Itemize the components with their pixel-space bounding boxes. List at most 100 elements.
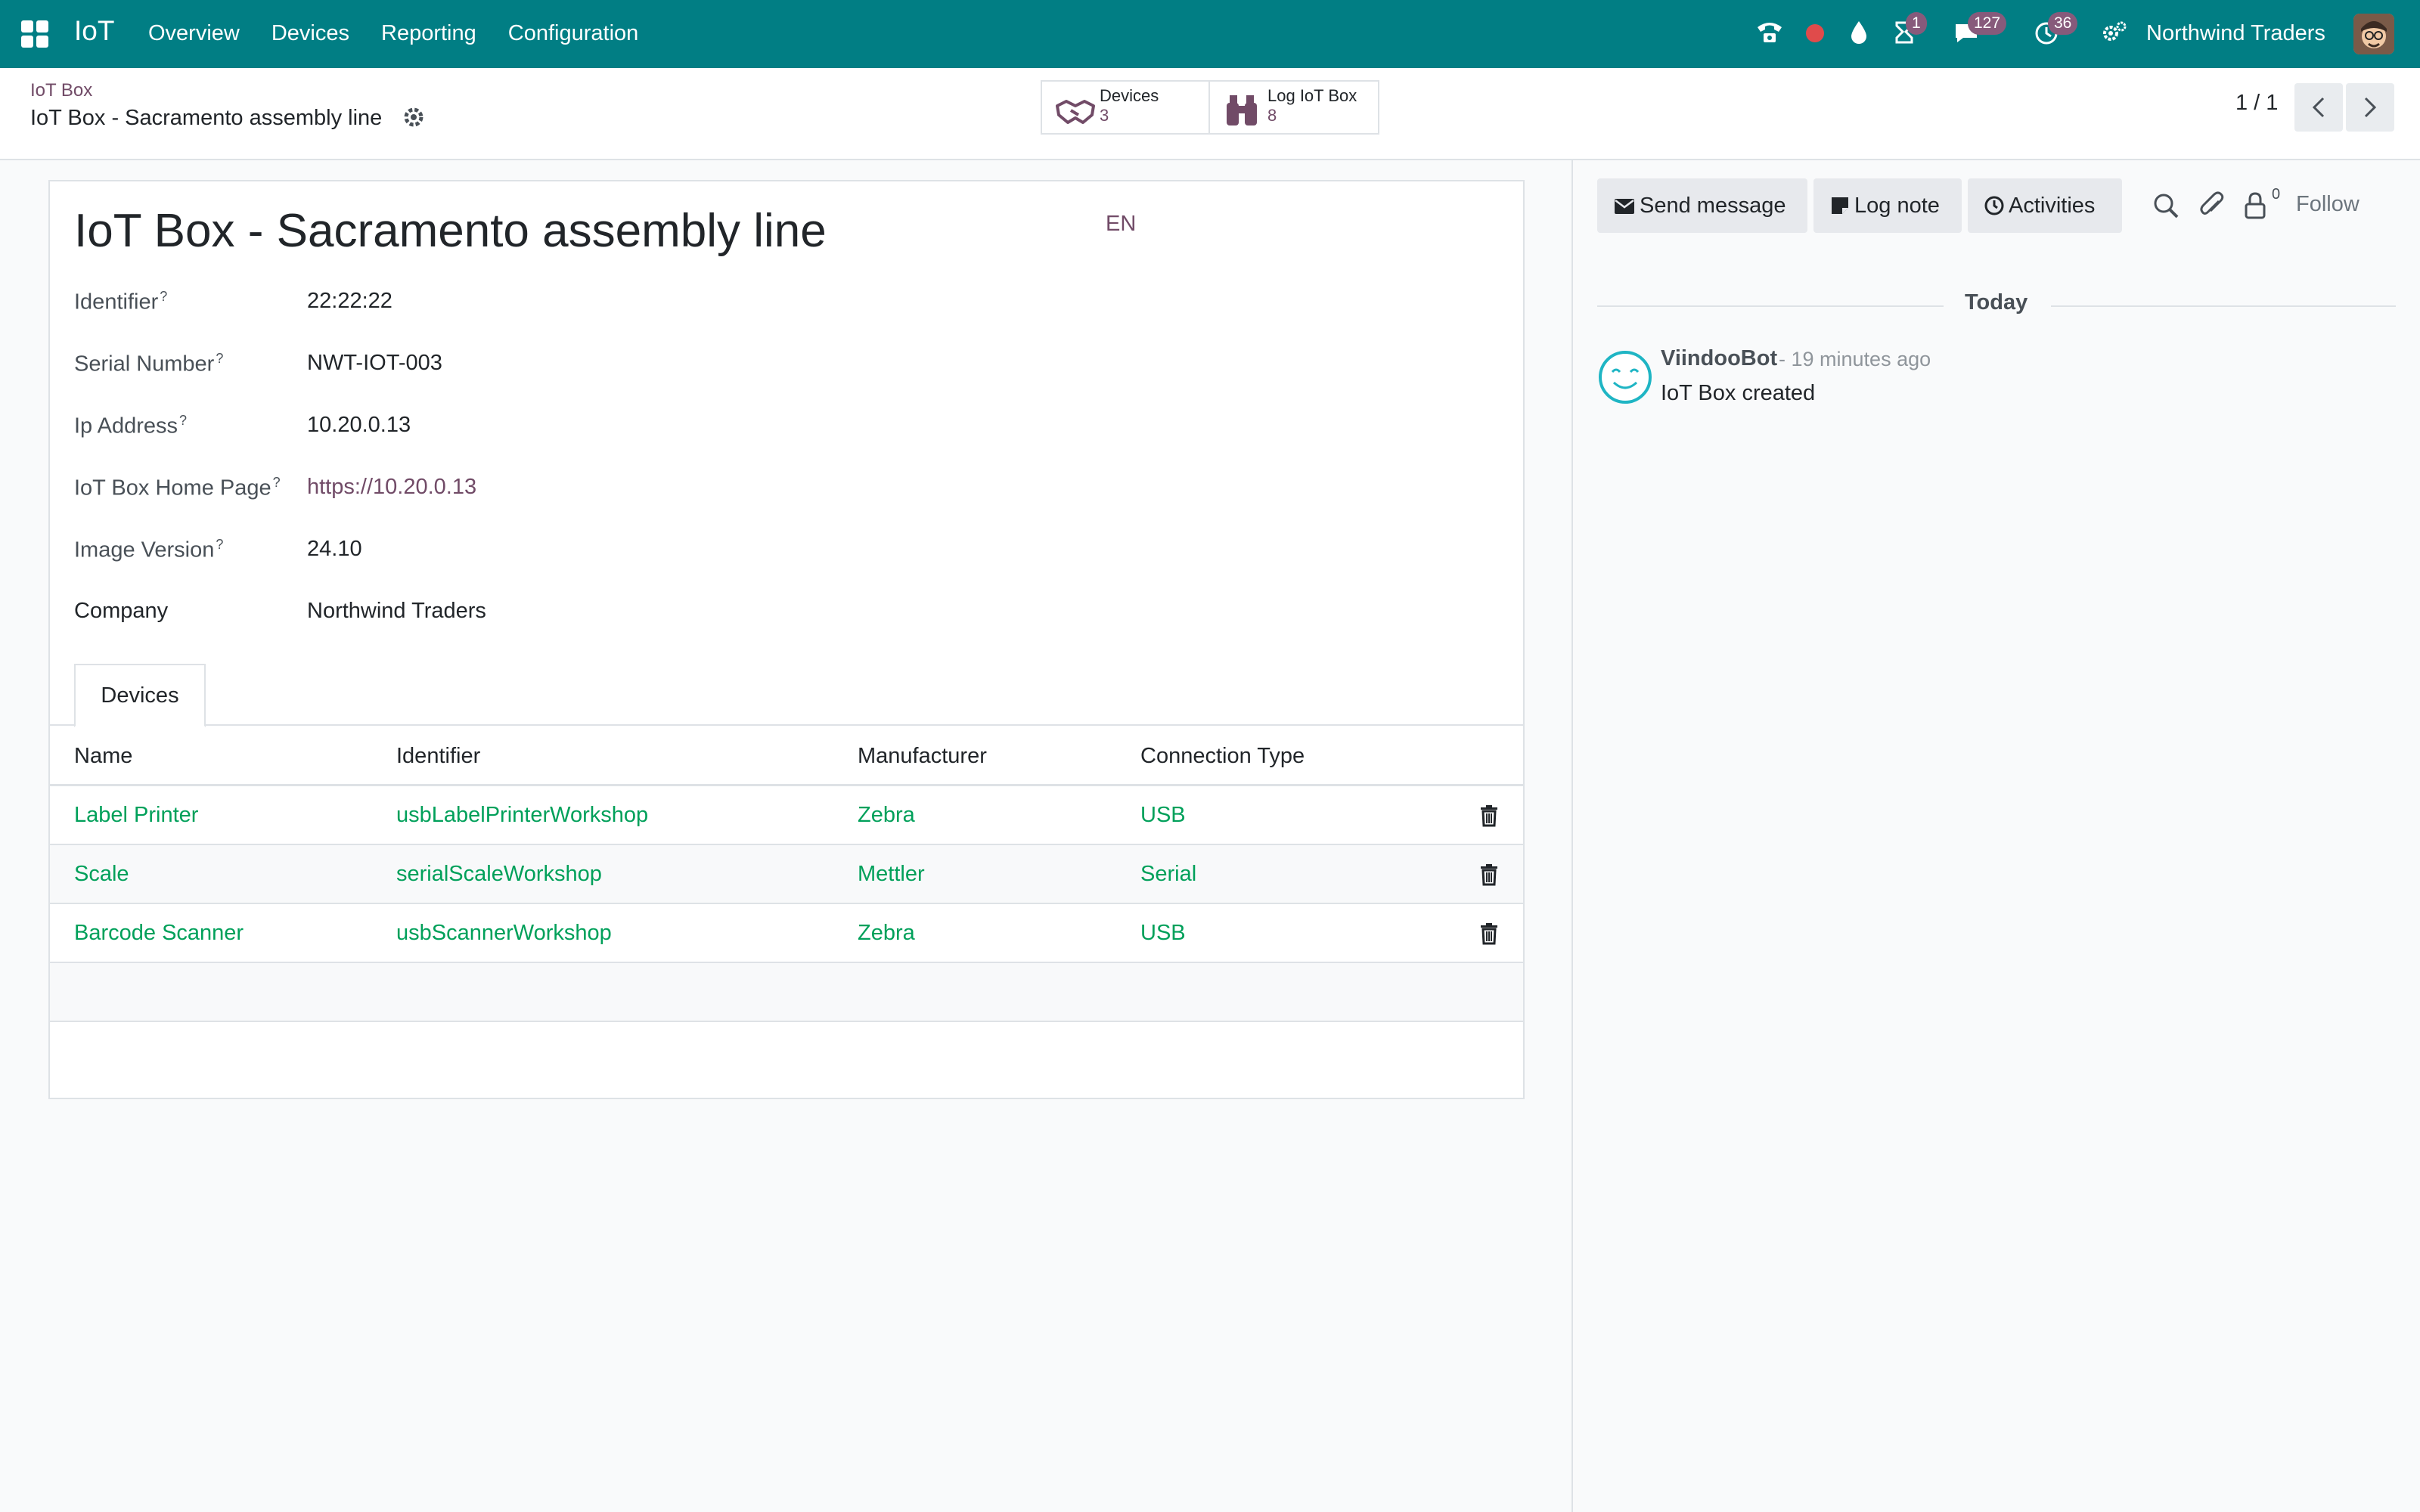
pager-value[interactable]: 1 / 1: [2235, 91, 2278, 116]
follow-button[interactable]: Follow: [2296, 192, 2360, 217]
follower-count: 0: [2272, 186, 2281, 203]
column-identifier[interactable]: Identifier: [396, 744, 480, 769]
send-message-button[interactable]: Send message: [1597, 178, 1807, 233]
device-identifier[interactable]: usbLabelPrinterWorkshop: [396, 803, 648, 828]
smart-button-count: 3: [1100, 106, 1109, 125]
date-separator-line: [1597, 305, 1944, 307]
device-name[interactable]: Scale: [74, 862, 129, 887]
chatter-divider: [1571, 160, 1573, 1512]
table-row[interactable]: Label Printer usbLabelPrinterWorkshop Ze…: [50, 786, 1523, 845]
smart-button-label: Log IoT Box: [1267, 86, 1357, 105]
timer-badge: 36: [2048, 12, 2078, 35]
field-serial-number: Serial Number? NWT-IOT-003: [74, 351, 1435, 381]
smart-button-count: 8: [1267, 106, 1277, 125]
phone-icon[interactable]: [1753, 17, 1786, 50]
language-toggle[interactable]: EN: [1106, 212, 1136, 237]
device-connection-type[interactable]: USB: [1140, 921, 1186, 946]
main-menu: Overview Devices Reporting Configuration: [148, 21, 670, 46]
help-tooltip[interactable]: ?: [216, 537, 223, 552]
device-connection-type[interactable]: Serial: [1140, 862, 1196, 887]
device-identifier[interactable]: serialScaleWorkshop: [396, 862, 602, 887]
field-label: Company: [74, 599, 169, 623]
column-manufacturer[interactable]: Manufacturer: [858, 744, 987, 769]
pager-previous-button[interactable]: [2294, 83, 2343, 132]
field-label: Ip Address?: [74, 413, 188, 438]
record-icon[interactable]: [1798, 17, 1832, 50]
devices-smart-button[interactable]: Devices 3: [1042, 82, 1210, 133]
field-image-version: Image Version? 24.10: [74, 537, 1435, 567]
message-body: IoT Box created: [1661, 381, 1816, 405]
help-tooltip[interactable]: ?: [273, 475, 281, 490]
device-identifier[interactable]: usbScannerWorkshop: [396, 921, 612, 946]
field-label: Image Version?: [74, 537, 224, 562]
device-manufacturer[interactable]: Zebra: [858, 803, 915, 828]
paperclip-icon[interactable]: [2198, 191, 2228, 221]
devices-table: Name Identifier Manufacturer Connection …: [50, 726, 1523, 1022]
help-tooltip[interactable]: ?: [179, 413, 187, 428]
tab-devices[interactable]: Devices: [74, 664, 206, 727]
app-name[interactable]: IoT: [74, 15, 114, 47]
ip-address-value[interactable]: 10.20.0.13: [307, 413, 411, 438]
message-author[interactable]: ViindooBot: [1661, 346, 1777, 371]
device-connection-type[interactable]: USB: [1140, 803, 1186, 828]
menu-overview[interactable]: Overview: [148, 21, 240, 46]
hourglass-icon[interactable]: 1: [1888, 12, 1927, 50]
device-manufacturer[interactable]: Mettler: [858, 862, 925, 887]
company-switcher[interactable]: Northwind Traders: [2146, 21, 2325, 46]
activities-badge: 1: [1906, 12, 1927, 35]
search-icon[interactable]: [2151, 191, 2181, 221]
serial-number-value[interactable]: NWT-IOT-003: [307, 351, 442, 376]
image-version-value[interactable]: 24.10: [307, 537, 362, 562]
device-name[interactable]: Label Printer: [74, 803, 198, 828]
device-name[interactable]: Barcode Scanner: [74, 921, 244, 946]
device-manufacturer[interactable]: Zebra: [858, 921, 915, 946]
settings-icon[interactable]: [2098, 17, 2131, 50]
trash-icon[interactable]: [1479, 804, 1499, 827]
handshake-icon: [1056, 100, 1095, 124]
activities-button[interactable]: Activities: [1968, 178, 2122, 233]
field-company: Company Northwind Traders: [74, 599, 1435, 629]
envelope-icon: [1615, 199, 1634, 214]
date-separator: Today: [1965, 290, 2028, 314]
trash-icon[interactable]: [1479, 863, 1499, 886]
lock-icon[interactable]: [2240, 191, 2270, 221]
breadcrumb-iot-box[interactable]: IoT Box: [30, 80, 92, 101]
trash-icon[interactable]: [1479, 922, 1499, 945]
column-name[interactable]: Name: [74, 744, 132, 769]
smart-buttons: Devices 3 Log IoT Box 8: [1041, 80, 1379, 135]
home-page-link[interactable]: https://10.20.0.13: [307, 475, 476, 500]
identifier-value[interactable]: 22:22:22: [307, 289, 392, 314]
column-connection-type[interactable]: Connection Type: [1140, 744, 1305, 769]
menu-reporting[interactable]: Reporting: [381, 21, 476, 46]
help-tooltip[interactable]: ?: [160, 289, 167, 304]
record-title[interactable]: IoT Box - Sacramento assembly line: [74, 204, 827, 258]
smart-button-label: Devices: [1100, 86, 1159, 105]
binoculars-icon: [1227, 95, 1257, 125]
menu-configuration[interactable]: Configuration: [508, 21, 639, 46]
clock-icon: [1984, 196, 2004, 215]
user-avatar[interactable]: [2353, 14, 2394, 54]
control-panel: IoT Box IoT Box - Sacramento assembly li…: [0, 68, 2420, 160]
breadcrumb-current: IoT Box - Sacramento assembly line: [30, 106, 383, 130]
apps-icon[interactable]: [21, 20, 48, 48]
clock-icon[interactable]: 36: [2030, 12, 2078, 50]
field-label: IoT Box Home Page?: [74, 475, 281, 500]
bot-avatar-icon[interactable]: [1597, 349, 1653, 405]
field-identifier: Identifier? 22:22:22: [74, 289, 1435, 319]
field-ip-address: Ip Address? 10.20.0.13: [74, 413, 1435, 443]
empty-row[interactable]: [50, 963, 1523, 1022]
date-separator-line: [2051, 305, 2396, 307]
table-row[interactable]: Scale serialScaleWorkshop Mettler Serial: [50, 845, 1523, 904]
company-value[interactable]: Northwind Traders: [307, 599, 486, 624]
gear-icon[interactable]: [402, 106, 425, 129]
table-row[interactable]: Barcode Scanner usbScannerWorkshop Zebra…: [50, 904, 1523, 963]
notebook-tabs: Devices: [50, 664, 1523, 727]
chevron-left-icon: [2312, 97, 2325, 118]
log-iot-box-smart-button[interactable]: Log IoT Box 8: [1210, 82, 1378, 133]
help-tooltip[interactable]: ?: [216, 351, 223, 366]
menu-devices[interactable]: Devices: [271, 21, 349, 46]
pager-next-button[interactable]: [2346, 83, 2394, 132]
log-note-button[interactable]: Log note: [1813, 178, 1962, 233]
chat-icon[interactable]: 127: [1950, 12, 2007, 50]
drop-icon[interactable]: [1842, 17, 1876, 50]
